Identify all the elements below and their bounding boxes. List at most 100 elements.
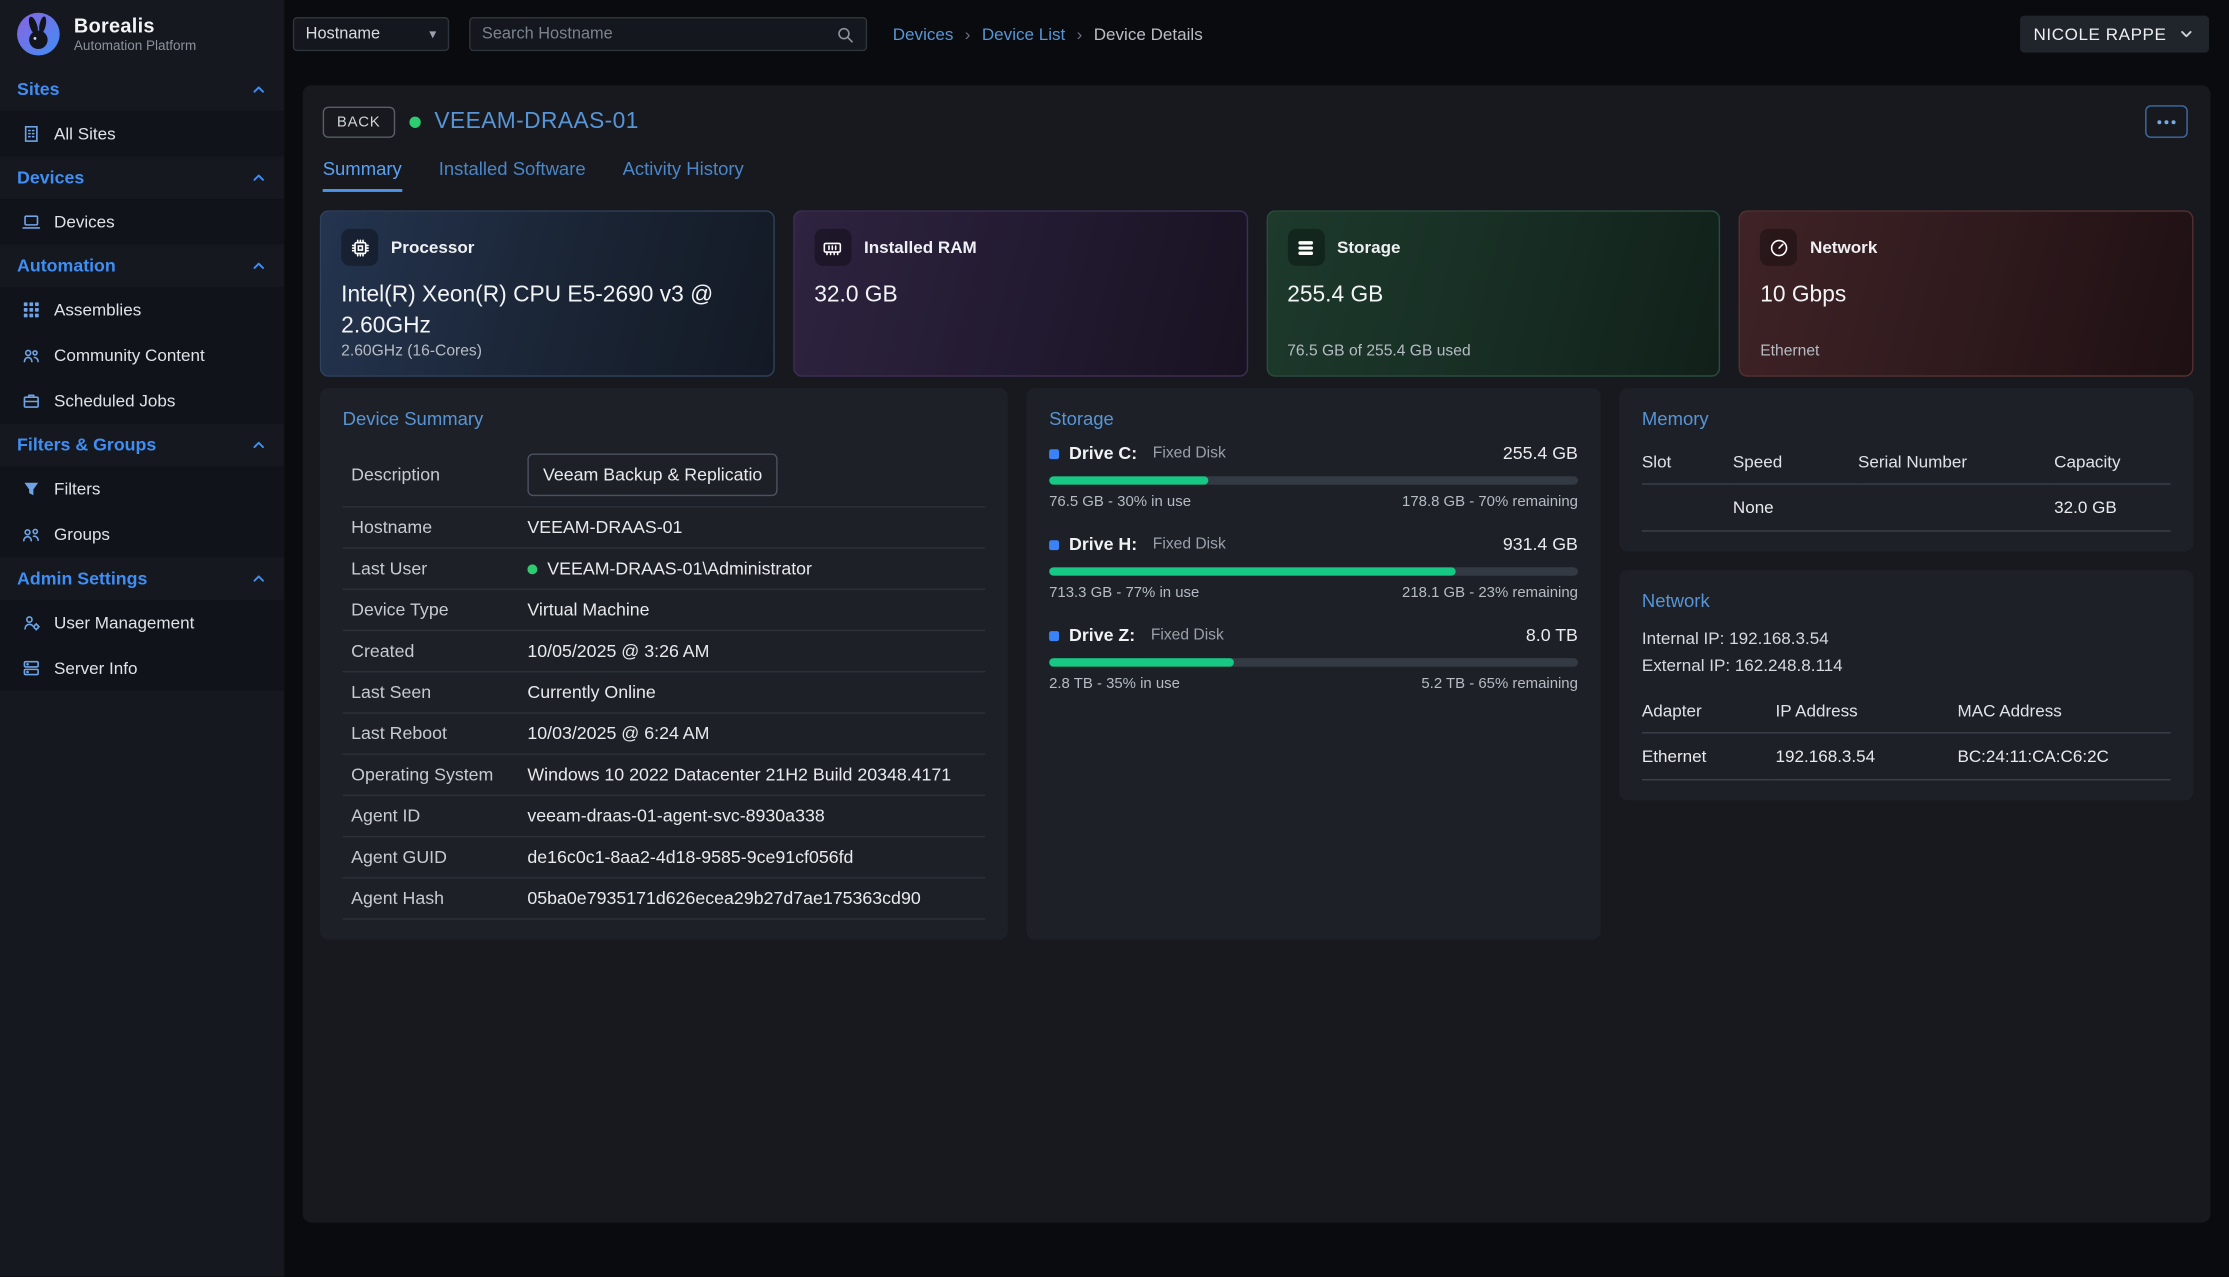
drive-used: 76.5 GB - 30% in use (1049, 493, 1191, 510)
summary-row-device-type: Device Type Virtual Machine (343, 590, 986, 631)
drive-row: Drive Z: Fixed Disk 8.0 TB 2.8 TB - 35% … (1049, 625, 1578, 692)
sidebar-item-assemblies[interactable]: Assemblies (0, 287, 284, 332)
drive-usage-bar (1049, 567, 1578, 576)
breadcrumb-devices[interactable]: Devices (893, 24, 954, 44)
cpu-icon (341, 229, 378, 266)
drive-size: 8.0 TB (1526, 625, 1578, 645)
row-label: Operating System (351, 765, 527, 785)
sidebar-section-filters-groups[interactable]: Filters & Groups (0, 424, 284, 467)
card-label: Processor (391, 237, 474, 257)
row-label: Last Reboot (351, 724, 527, 744)
brand[interactable]: Borealis Automation Platform (0, 0, 284, 68)
memory-table: Slot Speed Serial Number Capacity None 3… (1642, 444, 2171, 532)
summary-row-last-reboot: Last Reboot 10/03/2025 @ 6:24 AM (343, 714, 986, 755)
content-area: BACK VEEAM-DRAAS-01 Summary Installed So… (284, 68, 2229, 1276)
drive-icon (1049, 630, 1059, 640)
panel-title: Network (1642, 590, 2171, 611)
stat-cards: Processor Intel(R) Xeon(R) CPU E5-2690 v… (303, 192, 2211, 377)
section-label: Sites (17, 80, 59, 100)
drive-used: 2.8 TB - 35% in use (1049, 675, 1180, 692)
sidebar-item-label: All Sites (54, 124, 116, 144)
sidebar-item-filters[interactable]: Filters (0, 466, 284, 511)
drive-usage-fill (1049, 658, 1234, 667)
sidebar-section-admin-settings[interactable]: Admin Settings (0, 557, 284, 600)
column-header: Adapter (1642, 693, 1776, 734)
row-value: 05ba0e7935171d626ecea29b27d7ae175363cd90 (527, 888, 920, 908)
row-label: Agent Hash (351, 888, 527, 908)
memory-panel: Memory Slot Speed Serial Number Capacity… (1619, 388, 2193, 551)
sidebar-item-groups[interactable]: Groups (0, 512, 284, 557)
sidebar-item-scheduled-jobs[interactable]: Scheduled Jobs (0, 378, 284, 423)
drive-row: Drive C: Fixed Disk 255.4 GB 76.5 GB - 3… (1049, 444, 1578, 511)
section-label: Devices (17, 168, 84, 188)
sidebar-section-sites[interactable]: Sites (0, 68, 284, 111)
row-label: Description (351, 465, 527, 485)
panel-title: Memory (1642, 408, 2171, 429)
groups-icon (20, 525, 41, 545)
column-header: IP Address (1776, 693, 1958, 734)
card-value: Intel(R) Xeon(R) CPU E5-2690 v3 @ 2.60GH… (341, 280, 725, 341)
drive-type: Fixed Disk (1153, 536, 1226, 553)
ram-icon (814, 229, 851, 266)
summary-row-last-seen: Last Seen Currently Online (343, 672, 986, 713)
sidebar-item-devices[interactable]: Devices (0, 199, 284, 244)
table-cell: None (1733, 485, 1858, 532)
user-name: NICOLE RAPPE (2034, 24, 2167, 44)
sidebar-item-user-management[interactable]: User Management (0, 600, 284, 645)
chevron-up-icon (250, 436, 267, 453)
search-input[interactable] (482, 26, 836, 43)
sidebar-item-label: Devices (54, 212, 115, 232)
tab-activity-history[interactable]: Activity History (623, 158, 744, 192)
sidebar-item-all-sites[interactable]: All Sites (0, 111, 284, 156)
topbar: Hostname ▾ Devices › Device List › Devic… (284, 0, 2229, 68)
summary-row-operating-system: Operating System Windows 10 2022 Datacen… (343, 755, 986, 796)
drive-size: 931.4 GB (1503, 535, 1578, 555)
table-cell: 32.0 GB (2054, 485, 2171, 532)
section-label: Filters & Groups (17, 435, 156, 455)
drive-remaining: 5.2 TB - 65% remaining (1421, 675, 1578, 692)
back-button[interactable]: BACK (323, 106, 395, 137)
card-value: 32.0 GB (814, 280, 1198, 311)
drive-size: 255.4 GB (1503, 444, 1578, 464)
sidebar: Borealis Automation Platform Sites All S… (0, 0, 284, 1277)
drive-type: Fixed Disk (1151, 627, 1224, 644)
sidebar-section-automation[interactable]: Automation (0, 245, 284, 288)
description-input[interactable] (527, 453, 777, 496)
briefcase-icon (20, 391, 41, 411)
chevron-up-icon (250, 570, 267, 587)
column-header: MAC Address (1957, 693, 2170, 734)
table-cell: 192.168.3.54 (1776, 734, 1958, 781)
panel-title: Device Summary (343, 408, 986, 429)
chevron-down-icon: ▾ (429, 26, 436, 42)
sidebar-section-devices[interactable]: Devices (0, 156, 284, 199)
external-ip: External IP: 162.248.8.114 (1642, 652, 2171, 678)
drive-usage-bar (1049, 476, 1578, 485)
storage-panel: Storage Drive C: Fixed Disk 255.4 GB 76.… (1026, 388, 1600, 940)
column-header: Capacity (2054, 444, 2171, 485)
drive-icon (1049, 449, 1059, 459)
card-footer: 76.5 GB of 255.4 GB used (1287, 343, 1470, 360)
row-value: Windows 10 2022 Datacenter 21H2 Build 20… (527, 765, 951, 785)
device-summary-panel: Device Summary Description Hostname VEEA… (320, 388, 1008, 940)
tab-installed-software[interactable]: Installed Software (439, 158, 586, 192)
hostname-filter-select[interactable]: Hostname ▾ (293, 17, 449, 51)
chevron-up-icon (250, 81, 267, 98)
tab-summary[interactable]: Summary (323, 158, 402, 192)
drive-usage-bar (1049, 658, 1578, 667)
installed-ram-card: Installed RAM 32.0 GB (793, 210, 1248, 376)
summary-row-agent-id: Agent ID veeam-draas-01-agent-svc-8930a3… (343, 796, 986, 837)
card-footer: 2.60GHz (16-Cores) (341, 343, 482, 360)
borealis-logo-icon (14, 10, 62, 58)
sidebar-item-server-info[interactable]: Server Info (0, 645, 284, 690)
column-header: Speed (1733, 444, 1858, 485)
summary-row-agent-guid: Agent GUID de16c0c1-8aa2-4d18-9585-9ce91… (343, 837, 986, 878)
hostname-select-value: Hostname (306, 26, 381, 43)
network-panel: Network Internal IP: 192.168.3.54 Extern… (1619, 570, 2193, 801)
more-actions-button[interactable] (2145, 105, 2188, 138)
sidebar-item-community-content[interactable]: Community Content (0, 333, 284, 378)
breadcrumb-device-list[interactable]: Device List (982, 24, 1065, 44)
breadcrumb-separator: › (1077, 24, 1083, 44)
card-value: 10 Gbps (1760, 280, 2144, 311)
user-menu[interactable]: NICOLE RAPPE (2019, 16, 2209, 53)
drive-name: Drive H: (1069, 535, 1137, 555)
